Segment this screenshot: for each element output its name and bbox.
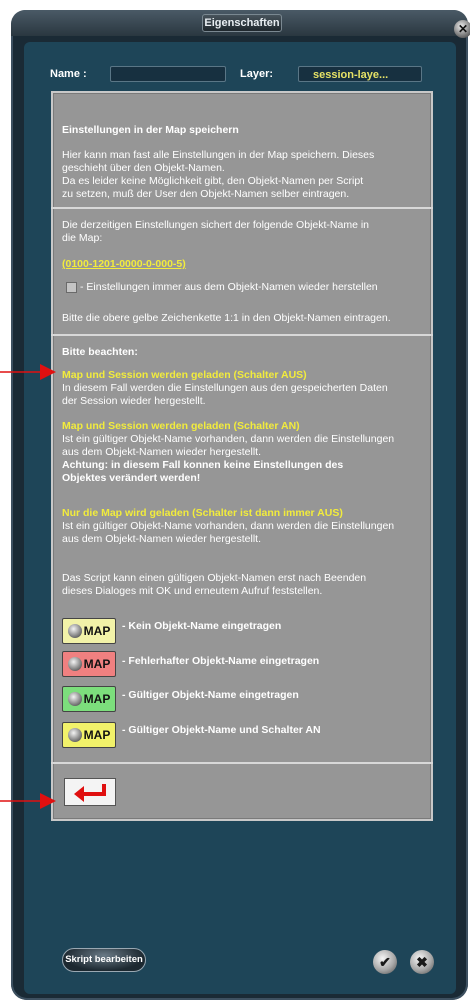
- notice-heading: Bitte beachten:: [62, 346, 138, 358]
- back-button[interactable]: [64, 778, 116, 806]
- case1-title: Map und Session werden geladen (Schalter…: [62, 369, 307, 381]
- divider: [51, 207, 433, 209]
- object-name-code[interactable]: (0100-1201-0000-0-000-5): [62, 258, 186, 270]
- section-description: Hier kann man fast alle Einstellungen in…: [62, 149, 375, 200]
- map-icon-label: MAP: [83, 624, 111, 638]
- globe-icon: [67, 728, 82, 742]
- legend-text-invalid: - Fehlerhafter Objekt-Name eingetragen: [122, 655, 320, 667]
- divider: [51, 334, 433, 336]
- layer-label: Layer:: [240, 68, 274, 80]
- map-status-icon-valid-on: MAP: [62, 722, 116, 748]
- map-icon-label: MAP: [83, 692, 111, 706]
- map-icon-label: MAP: [83, 657, 111, 671]
- case3-body: Ist ein gültiger Objekt-Name vorhanden, …: [62, 520, 395, 545]
- current-settings-intro: Die derzeitigen Einstellungen sichert de…: [62, 219, 370, 244]
- cancel-button[interactable]: ✖: [410, 950, 434, 974]
- map-status-icon-valid: MAP: [62, 686, 116, 712]
- script-footer-note: Das Script kann einen gültigen Objekt-Na…: [62, 572, 367, 597]
- case2-title: Map und Session werden geladen (Schalter…: [62, 420, 300, 432]
- restore-checkbox[interactable]: [66, 282, 77, 293]
- pointer-arrow-icon: [0, 364, 56, 380]
- section-heading: Einstellungen in der Map speichern: [62, 124, 239, 136]
- divider: [51, 762, 433, 764]
- legend-text-valid: - Gültiger Objekt-Name eingetragen: [122, 689, 299, 701]
- case2-warning: Achtung: in diesem Fall konnen keine Ein…: [62, 459, 344, 484]
- globe-icon: [67, 657, 82, 671]
- layer-input[interactable]: session-laye...: [298, 66, 422, 82]
- globe-icon: [67, 624, 82, 638]
- legend-text-empty: - Kein Objekt-Name eingetragen: [122, 620, 282, 632]
- case1-body: In diesem Fall werden die Einstellungen …: [62, 382, 388, 407]
- instruction-text: Bitte die obere gelbe Zeichenkette 1:1 i…: [62, 312, 391, 324]
- name-input[interactable]: [110, 66, 226, 82]
- globe-icon: [67, 692, 82, 706]
- map-status-icon-empty: MAP: [62, 618, 116, 644]
- edit-script-button[interactable]: Skript bearbeiten: [62, 948, 146, 972]
- close-icon[interactable]: ✕: [454, 20, 470, 38]
- pointer-arrow-icon: [0, 793, 56, 809]
- map-status-icon-invalid: MAP: [62, 651, 116, 677]
- case3-title: Nur die Map wird geladen (Schalter ist d…: [62, 507, 343, 519]
- legend-text-valid-on: - Gültiger Objekt-Name und Schalter AN: [122, 724, 321, 736]
- object-name-code-row: (0100-1201-0000-0-000-5): [62, 258, 422, 271]
- return-arrow-icon: [74, 784, 106, 802]
- ok-button[interactable]: ✔: [373, 950, 397, 974]
- window-title: Eigenschaften: [202, 14, 282, 32]
- map-icon-label: MAP: [83, 728, 111, 742]
- case2-body: Ist ein gültiger Objekt-Name vorhanden, …: [62, 433, 395, 458]
- restore-checkbox-label: - Einstellungen immer aus dem Objekt-Nam…: [80, 281, 378, 293]
- name-label: Name :: [50, 68, 87, 80]
